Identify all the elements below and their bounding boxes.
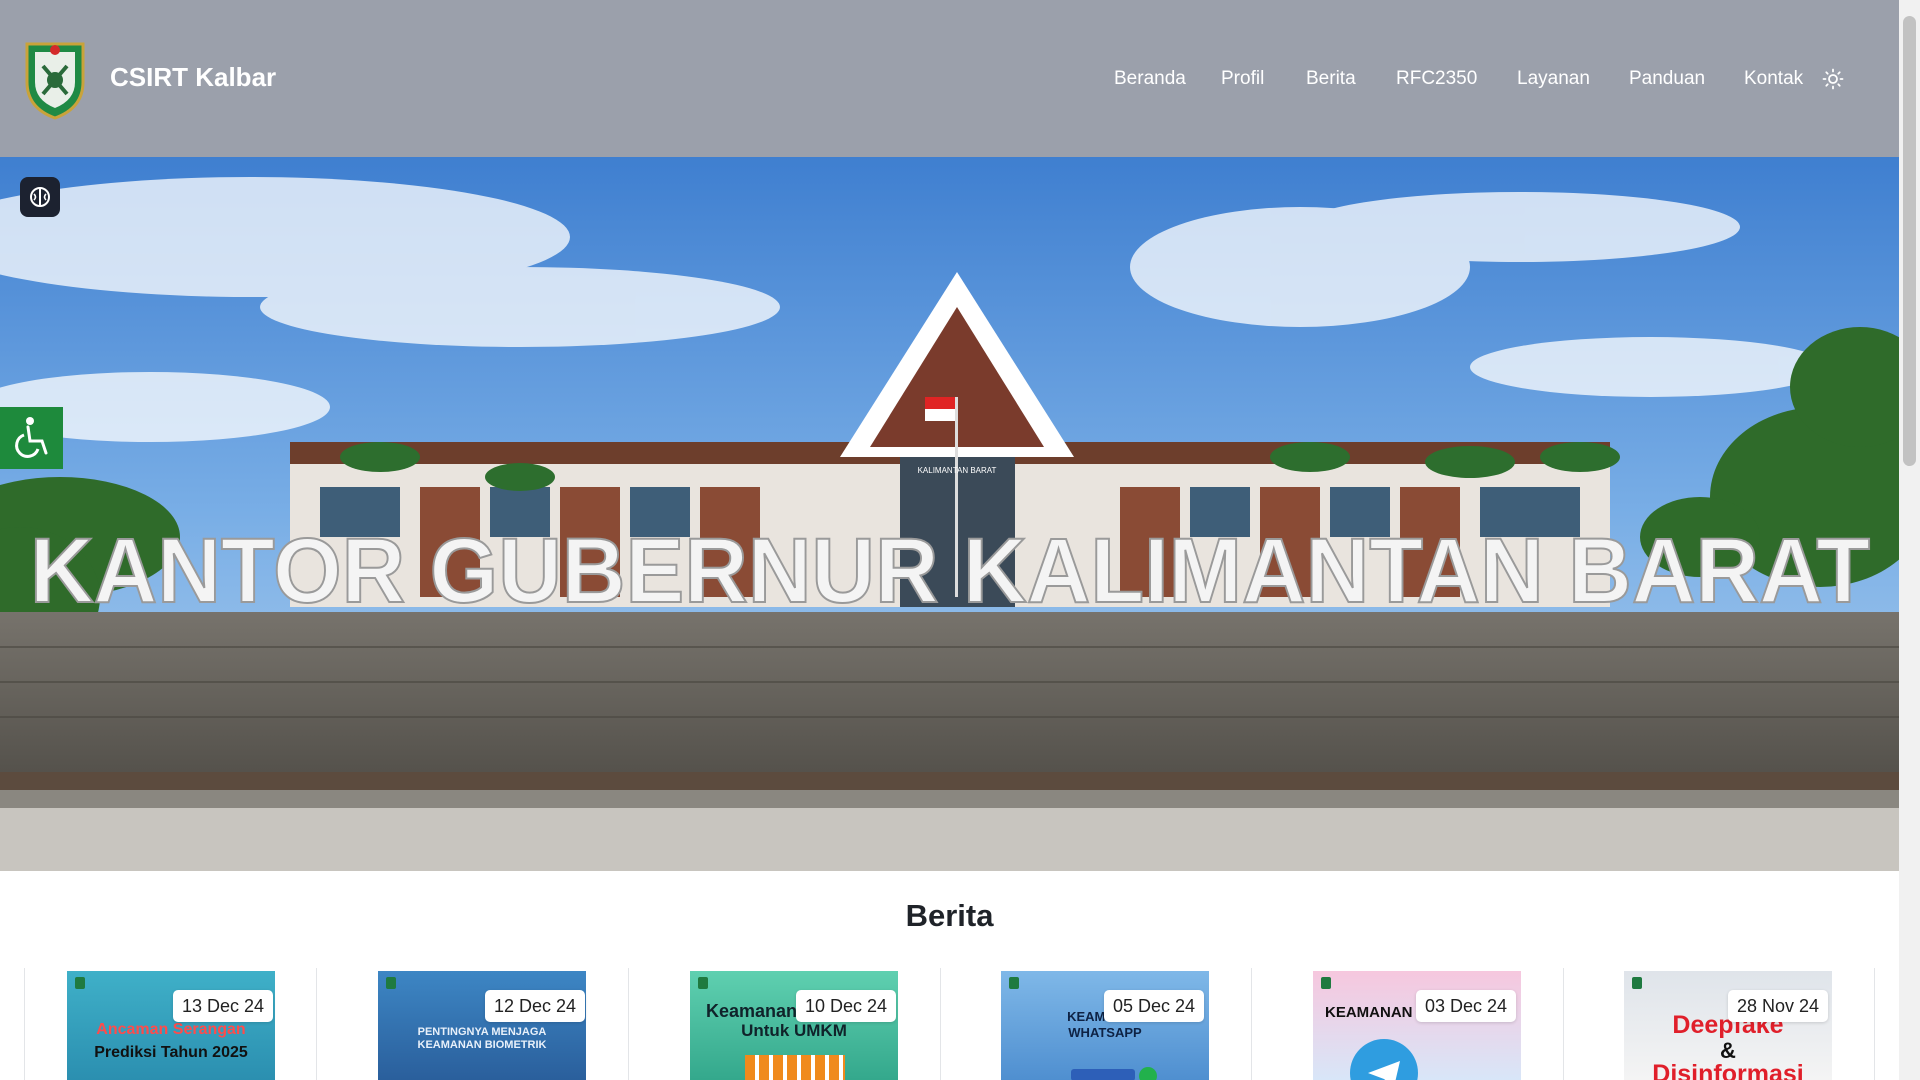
- telegram-icon: [1350, 1039, 1418, 1080]
- news-card[interactable]: Keamanan Untuk UMKM: [690, 971, 898, 1080]
- news-caption: Prediksi Tahun 2025: [94, 1044, 248, 1061]
- nav-beranda[interactable]: Beranda: [1114, 68, 1186, 90]
- ai-assistant-button[interactable]: [20, 177, 60, 217]
- whatsapp-icon: [1139, 1067, 1157, 1080]
- card-divider: [628, 968, 629, 1080]
- shop-awning-image: [745, 1055, 845, 1080]
- news-date: 28 Nov 24: [1728, 990, 1829, 1022]
- card-divider: [1251, 968, 1252, 1080]
- card-divider: [1563, 968, 1564, 1080]
- phone-image: [1071, 1069, 1135, 1080]
- news-card[interactable]: KEAMANAN WHATSAPP: [1001, 971, 1209, 1080]
- nav-kontak[interactable]: Kontak: [1744, 68, 1803, 90]
- kalbar-logo-small: [1321, 977, 1331, 989]
- building-text: KALIMANTAN BARAT: [918, 466, 997, 475]
- news-card[interactable]: Deepfake & Disinformasi: [1624, 971, 1832, 1080]
- news-caption: PENTINGNYA MENJAGA: [417, 1026, 547, 1038]
- kalbar-logo-small: [386, 977, 396, 989]
- brain-icon: [30, 187, 50, 207]
- news-date: 13 Dec 24: [173, 990, 274, 1022]
- site-brand[interactable]: CSIRT Kalbar: [110, 62, 276, 93]
- news-caption: Untuk UMKM: [741, 1021, 847, 1040]
- news-date: 05 Dec 24: [1104, 990, 1205, 1022]
- scrollbar-thumb[interactable]: [1903, 16, 1916, 466]
- news-card[interactable]: Ancaman Serangan Prediksi Tahun 2025: [67, 971, 275, 1080]
- hero-image: KALIMANTAN BARAT KANTOR GUBERNUR KALIMAN…: [0, 157, 1899, 871]
- news-caption: Ancaman Serangan: [96, 1021, 246, 1038]
- kalbar-logo-small: [698, 977, 708, 989]
- news-date: 10 Dec 24: [796, 990, 897, 1022]
- site-header: CSIRT Kalbar Beranda Profil Berita RFC23…: [0, 0, 1899, 157]
- wheelchair-icon: [15, 417, 48, 458]
- card-divider: [1874, 968, 1875, 1080]
- news-date: 12 Dec 24: [485, 990, 586, 1022]
- sun-icon[interactable]: [1822, 68, 1844, 90]
- card-divider: [24, 968, 25, 1080]
- section-title-berita: Berita: [905, 898, 994, 933]
- nav-rfc2350[interactable]: RFC2350: [1396, 68, 1477, 90]
- card-divider: [940, 968, 941, 1080]
- news-caption: KEAMANAN BIOMETRIK: [417, 1039, 547, 1051]
- nav-panduan[interactable]: Panduan: [1629, 68, 1705, 90]
- news-card[interactable]: KEAMANAN: [1313, 971, 1521, 1080]
- nav-layanan[interactable]: Layanan: [1517, 68, 1590, 90]
- card-divider: [316, 968, 317, 1080]
- accessibility-button[interactable]: [0, 407, 63, 469]
- news-date: 03 Dec 24: [1416, 990, 1517, 1022]
- nav-berita[interactable]: Berita: [1306, 68, 1356, 90]
- news-caption: Disinformasi: [1652, 1060, 1804, 1080]
- news-card[interactable]: PENTINGNYA MENJAGA KEAMANAN BIOMETRIK: [378, 971, 586, 1080]
- kalbar-logo-small: [75, 977, 85, 989]
- kalbar-logo[interactable]: [23, 36, 87, 120]
- kalbar-logo-small: [1632, 977, 1642, 989]
- news-caption: WHATSAPP: [1068, 1025, 1142, 1040]
- hero-sign-text: KANTOR GUBERNUR KALIMANTAN BARAT: [30, 520, 1870, 622]
- nav-profil[interactable]: Profil: [1221, 68, 1264, 90]
- kalbar-logo-small: [1009, 977, 1019, 989]
